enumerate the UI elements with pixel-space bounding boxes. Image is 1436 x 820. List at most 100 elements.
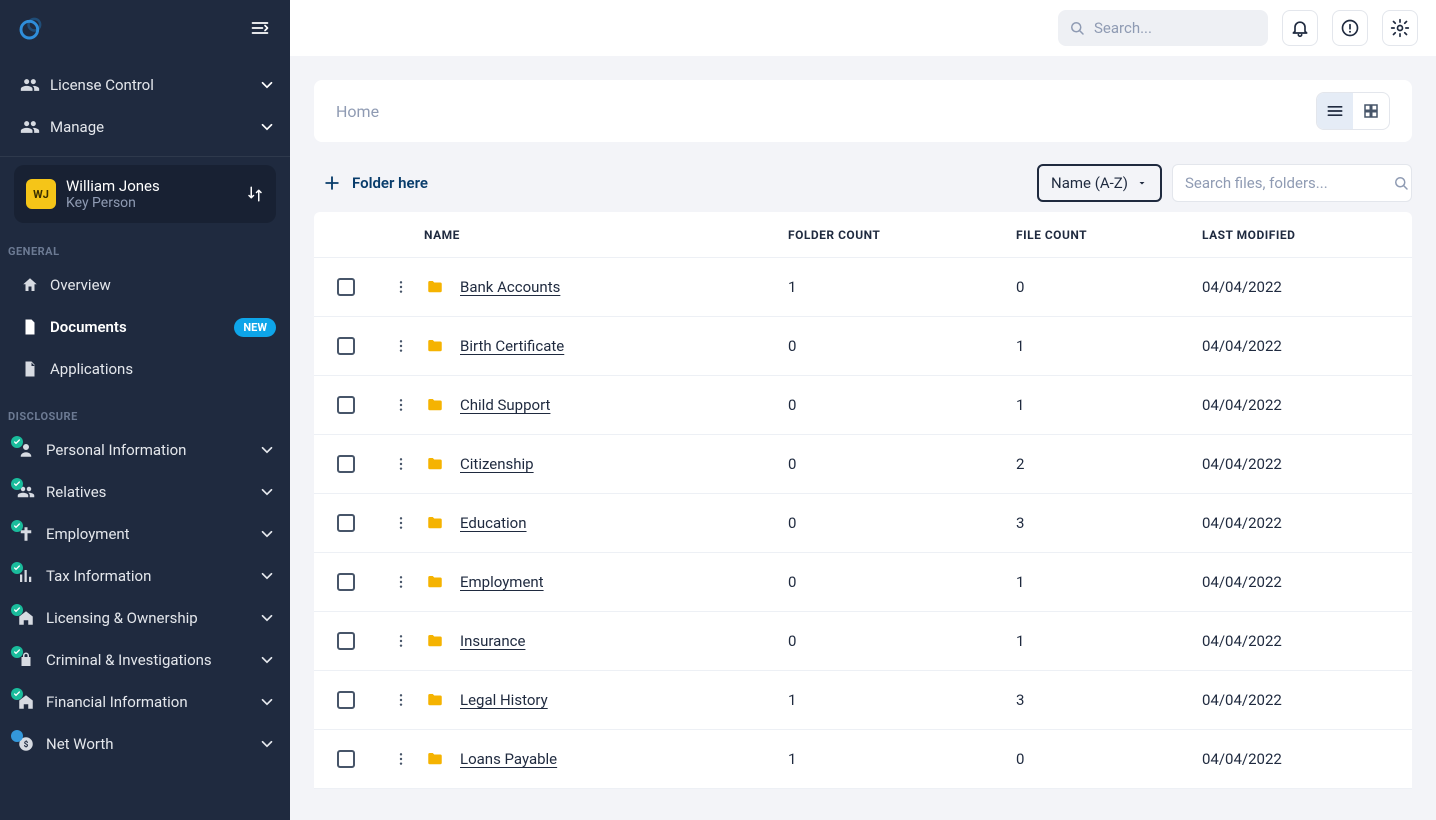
nav-applications[interactable]: Applications: [0, 348, 290, 390]
folder-count: 0: [788, 573, 1016, 591]
row-checkbox[interactable]: [337, 396, 355, 414]
folder-icon: [424, 278, 446, 296]
notifications-button[interactable]: [1282, 10, 1318, 46]
grid-view-button[interactable]: [1353, 93, 1389, 129]
folder-icon: [424, 514, 446, 532]
global-search-input[interactable]: [1094, 19, 1258, 37]
app-logo: [16, 13, 46, 43]
toolbar: Folder here Name (A-Z): [314, 164, 1412, 202]
folder-count: 0: [788, 514, 1016, 532]
file-search-input[interactable]: [1185, 174, 1384, 192]
disclosure-item[interactable]: Employment: [0, 513, 290, 555]
folder-name-link[interactable]: Bank Accounts: [460, 278, 560, 296]
row-menu-button[interactable]: [378, 338, 424, 354]
new-folder-button[interactable]: Folder here: [314, 167, 436, 199]
row-checkbox[interactable]: [337, 278, 355, 296]
chevron-down-icon: [258, 483, 276, 501]
chevron-down-icon: [258, 118, 276, 136]
row-menu-button[interactable]: [378, 397, 424, 413]
row-checkbox[interactable]: [337, 455, 355, 473]
disclosure-icon: [14, 650, 38, 670]
disclosure-label: Net Worth: [46, 735, 114, 753]
people-icon: [20, 117, 40, 137]
chevron-down-icon: [258, 76, 276, 94]
folder-count: 0: [788, 337, 1016, 355]
table-row: Birth Certificate 0 1 04/04/2022: [314, 317, 1412, 376]
list-view-button[interactable]: [1317, 93, 1353, 129]
row-menu-button[interactable]: [378, 633, 424, 649]
disclosure-item[interactable]: Tax Information: [0, 555, 290, 597]
chevron-down-icon: [258, 525, 276, 543]
user-card[interactable]: WJ William Jones Key Person: [14, 165, 276, 223]
folder-icon: [424, 750, 446, 768]
row-checkbox[interactable]: [337, 573, 355, 591]
folder-name-link[interactable]: Legal History: [460, 691, 548, 709]
disclosure-icon: [14, 482, 38, 502]
folder-icon: [424, 573, 446, 591]
table-row: Citizenship 0 2 04/04/2022: [314, 435, 1412, 494]
table-row: Loans Payable 1 0 04/04/2022: [314, 730, 1412, 789]
folder-name-link[interactable]: Loans Payable: [460, 750, 557, 768]
disclosure-item[interactable]: Financial Information: [0, 681, 290, 723]
table-row: Bank Accounts 1 0 04/04/2022: [314, 258, 1412, 317]
file-search[interactable]: [1172, 164, 1412, 202]
last-modified: 04/04/2022: [1202, 455, 1412, 473]
folder-count: 0: [788, 396, 1016, 414]
disclosure-item[interactable]: Criminal & Investigations: [0, 639, 290, 681]
folder-icon: [424, 337, 446, 355]
folder-name-link[interactable]: Employment: [460, 573, 544, 591]
settings-button[interactable]: [1382, 10, 1418, 46]
new-folder-label: Folder here: [352, 174, 428, 192]
nav-manage[interactable]: Manage: [0, 106, 290, 148]
folder-name-link[interactable]: Citizenship: [460, 455, 534, 473]
row-checkbox[interactable]: [337, 750, 355, 768]
divider: [0, 156, 290, 157]
chevron-down-icon: [258, 735, 276, 753]
row-checkbox[interactable]: [337, 337, 355, 355]
folder-icon: [424, 632, 446, 650]
new-badge: NEW: [234, 318, 276, 337]
folder-name-link[interactable]: Insurance: [460, 632, 525, 650]
file-count: 0: [1016, 278, 1202, 296]
th-folder-count: FOLDER COUNT: [788, 228, 1016, 242]
disclosure-item[interactable]: $ Net Worth: [0, 723, 290, 765]
plus-icon: [322, 173, 342, 193]
folder-name-link[interactable]: Child Support: [460, 396, 550, 414]
sort-label: Name (A-Z): [1051, 174, 1128, 192]
help-button[interactable]: [1332, 10, 1368, 46]
row-menu-button[interactable]: [378, 515, 424, 531]
disclosure-icon: [14, 608, 38, 628]
folder-name-link[interactable]: Birth Certificate: [460, 337, 564, 355]
row-menu-button[interactable]: [378, 751, 424, 767]
sidebar: License Control Manage WJ William Jones: [0, 0, 290, 820]
sort-dropdown[interactable]: Name (A-Z): [1037, 164, 1162, 202]
check-badge-icon: [11, 688, 23, 700]
sidebar-collapse-button[interactable]: [244, 12, 276, 44]
disclosure-item[interactable]: Licensing & Ownership: [0, 597, 290, 639]
row-menu-button[interactable]: [378, 574, 424, 590]
user-name: William Jones: [66, 177, 236, 195]
row-menu-button[interactable]: [378, 456, 424, 472]
table-row: Child Support 0 1 04/04/2022: [314, 376, 1412, 435]
row-checkbox[interactable]: [337, 691, 355, 709]
last-modified: 04/04/2022: [1202, 573, 1412, 591]
row-checkbox[interactable]: [337, 632, 355, 650]
nav-license-control-label: License Control: [50, 76, 154, 94]
row-checkbox[interactable]: [337, 514, 355, 532]
user-info: William Jones Key Person: [66, 177, 236, 211]
th-last-modified: LAST MODIFIED: [1202, 228, 1412, 242]
global-search[interactable]: [1058, 10, 1268, 46]
folder-icon: [424, 396, 446, 414]
disclosure-item[interactable]: Relatives: [0, 471, 290, 513]
row-menu-button[interactable]: [378, 692, 424, 708]
file-icon: [20, 360, 40, 378]
disclosure-label: Criminal & Investigations: [46, 651, 212, 669]
nav-overview[interactable]: Overview: [0, 264, 290, 306]
disclosure-item[interactable]: Personal Information: [0, 429, 290, 471]
nav-license-control[interactable]: License Control: [0, 64, 290, 106]
row-menu-button[interactable]: [378, 279, 424, 295]
nav-documents[interactable]: Documents NEW: [0, 306, 290, 348]
folder-name-link[interactable]: Education: [460, 514, 527, 532]
check-badge-icon: [11, 562, 23, 574]
svg-text:$: $: [24, 739, 29, 750]
